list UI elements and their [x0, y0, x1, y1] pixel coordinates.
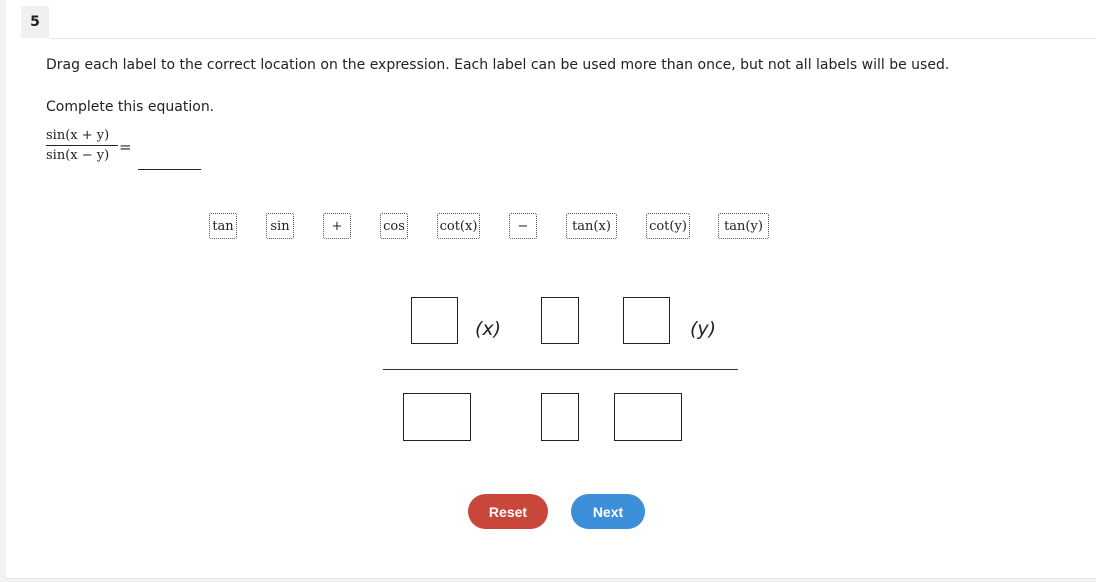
next-button[interactable]: Next	[571, 494, 645, 529]
fraction-bar	[46, 145, 118, 146]
equals-sign: =	[119, 138, 132, 156]
question-number: 5	[21, 6, 49, 38]
label-tile-cos[interactable]: cos	[380, 213, 408, 239]
answer-blank	[138, 169, 201, 170]
numerator-drop-zone-1[interactable]	[411, 297, 458, 344]
numerator-var-x: (x)	[475, 318, 502, 340]
instruction-text: Drag each label to the correct location …	[46, 57, 950, 73]
numerator-var-y: (y)	[690, 318, 717, 340]
label-tile-tan[interactable]: tan	[209, 213, 237, 239]
denominator-drop-zone-2[interactable]	[541, 393, 579, 441]
header-divider	[49, 38, 1096, 39]
label-tile-tan-x[interactable]: tan(x)	[566, 213, 617, 239]
label-tile-sin[interactable]: sin	[266, 213, 294, 239]
label-tile-tan-y[interactable]: tan(y)	[718, 213, 769, 239]
denominator-drop-zone-1[interactable]	[403, 393, 471, 441]
question-card	[6, 0, 1096, 579]
label-tile-minus[interactable]: −	[509, 213, 537, 239]
given-fraction: sin(x + y) sin(x − y)	[46, 127, 118, 164]
fraction-denominator: sin(x − y)	[46, 148, 110, 163]
label-tile-plus[interactable]: +	[323, 213, 351, 239]
reset-button[interactable]: Reset	[468, 494, 548, 529]
fraction-numerator: sin(x + y)	[46, 128, 110, 143]
numerator-drop-zone-3[interactable]	[623, 297, 670, 344]
numerator-drop-zone-2[interactable]	[541, 297, 579, 344]
label-tile-cot-x[interactable]: cot(x)	[437, 213, 480, 239]
denominator-drop-zone-3[interactable]	[614, 393, 682, 441]
expression-fraction-bar	[383, 369, 738, 370]
label-tile-cot-y[interactable]: cot(y)	[646, 213, 690, 239]
prompt-text: Complete this equation.	[46, 99, 215, 115]
